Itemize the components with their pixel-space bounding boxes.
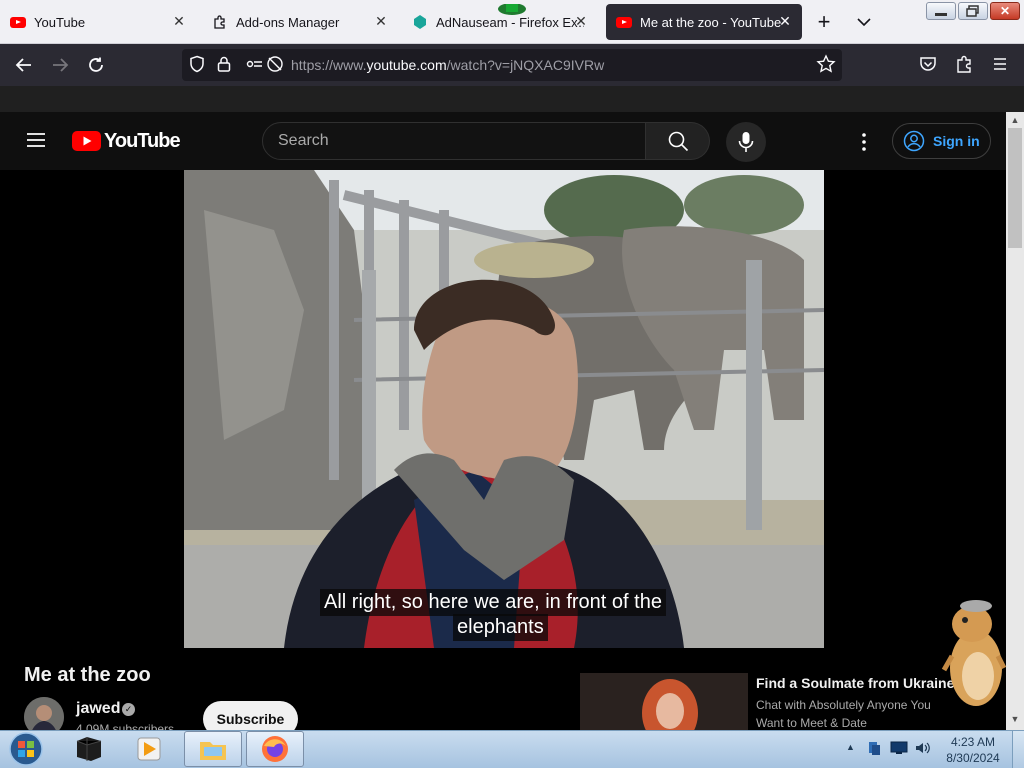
hamburger-menu-icon[interactable] — [24, 128, 50, 154]
terminal-icon — [76, 737, 102, 761]
taskbar-firefox[interactable] — [246, 731, 304, 767]
pocket-icon[interactable] — [918, 54, 940, 76]
volume-icon[interactable] — [914, 740, 932, 756]
video-frame — [184, 170, 824, 648]
ad-thumbnail[interactable] — [580, 673, 748, 731]
close-tab-icon[interactable]: ✕ — [170, 13, 188, 30]
hamster-mascot-icon[interactable] — [938, 596, 1008, 712]
ad-description: Want to Meet & Date — [756, 716, 867, 730]
scroll-up-icon[interactable]: ▲ — [1009, 115, 1021, 125]
clock-time: 4:23 AM — [950, 735, 996, 749]
shield-icon[interactable] — [188, 55, 208, 75]
close-tab-icon[interactable]: ✕ — [776, 13, 794, 30]
sign-in-label: Sign in — [933, 133, 980, 149]
verified-check-icon: ✓ — [122, 703, 135, 716]
scrollbar-thumb[interactable] — [1008, 128, 1022, 248]
caption-line: All right, so here we are, in front of t… — [320, 589, 666, 616]
video-player[interactable] — [184, 170, 824, 648]
close-tab-icon[interactable]: ✕ — [572, 13, 590, 30]
minimize-button[interactable] — [926, 2, 956, 20]
caption-line: elephants — [453, 614, 548, 641]
ad-title[interactable]: Find a Soulmate from Ukraine — [756, 675, 954, 691]
youtube-logo-icon — [72, 131, 101, 151]
adnauseam-icon — [412, 14, 428, 30]
network-icon[interactable] — [866, 740, 882, 756]
search-icon — [668, 131, 688, 152]
ad-description: Chat with Absolutely Anyone You — [756, 698, 931, 712]
start-orb-icon[interactable] — [6, 730, 46, 768]
close-tab-icon[interactable]: ✕ — [372, 13, 390, 30]
url-text[interactable]: https://www.youtube.com/watch?v=jNQXAC9I… — [291, 57, 604, 73]
explorer-icon — [200, 742, 226, 760]
taskbar-explorer[interactable] — [184, 731, 242, 767]
scroll-down-icon[interactable]: ▼ — [1009, 714, 1021, 724]
lock-icon[interactable] — [216, 55, 234, 75]
tab-label: Me at the zoo - YouTube — [640, 14, 782, 30]
permissions-icon[interactable] — [244, 55, 264, 75]
taskbar-terminal[interactable] — [60, 731, 118, 767]
search-button[interactable] — [646, 122, 710, 160]
search-placeholder: Search — [278, 132, 329, 149]
clock-date: 8/30/2024 — [946, 751, 1000, 765]
adnauseam-badge-icon — [492, 3, 532, 18]
youtube-icon — [10, 14, 26, 30]
video-title: Me at the zoo — [24, 664, 151, 686]
system-clock[interactable]: 4:23 AM 8/30/2024 — [940, 734, 1006, 766]
firefox-icon — [262, 736, 288, 762]
display-icon[interactable] — [890, 740, 908, 756]
youtube-logo-text: YouTube — [104, 129, 181, 152]
close-window-button[interactable]: ✕ — [990, 2, 1020, 20]
voice-search-button[interactable] — [726, 122, 766, 162]
tab-addons-manager[interactable]: Add-ons Manager ✕ — [212, 4, 398, 40]
plus-icon[interactable]: + — [814, 10, 834, 34]
more-options-icon[interactable] — [852, 130, 876, 154]
taskbar-media-player[interactable] — [120, 731, 178, 767]
restore-button[interactable] — [958, 2, 988, 20]
show-desktop-button[interactable] — [1012, 731, 1024, 768]
youtube-logo[interactable]: YouTube — [72, 129, 181, 152]
youtube-icon — [616, 14, 632, 30]
extensions-icon[interactable] — [954, 54, 976, 76]
account-icon — [903, 130, 925, 152]
back-icon[interactable] — [10, 51, 38, 79]
media-player-icon — [137, 737, 161, 761]
forward-icon[interactable] — [46, 51, 74, 79]
puzzle-icon — [212, 14, 228, 30]
tab-label: Add-ons Manager — [236, 14, 340, 30]
page-top-gap — [0, 86, 1024, 112]
tracking-blocked-icon[interactable] — [266, 55, 286, 75]
show-hidden-icons[interactable]: ▲ — [846, 742, 855, 752]
reload-icon[interactable] — [82, 51, 110, 79]
sign-in-button[interactable]: Sign in — [892, 123, 991, 159]
bookmark-star-icon[interactable] — [816, 54, 838, 76]
microphone-icon — [738, 132, 754, 152]
menu-icon[interactable] — [990, 54, 1012, 76]
tab-label: YouTube — [34, 14, 86, 30]
channel-name[interactable]: jawed — [76, 700, 120, 718]
subscriber-count: 4.09M subscribers — [76, 722, 175, 730]
tab-me-at-the-zoo[interactable]: Me at the zoo - YouTube ✕ — [606, 4, 802, 40]
chevron-down-icon[interactable] — [854, 12, 874, 32]
tab-youtube[interactable]: YouTube ✕ — [10, 4, 196, 40]
